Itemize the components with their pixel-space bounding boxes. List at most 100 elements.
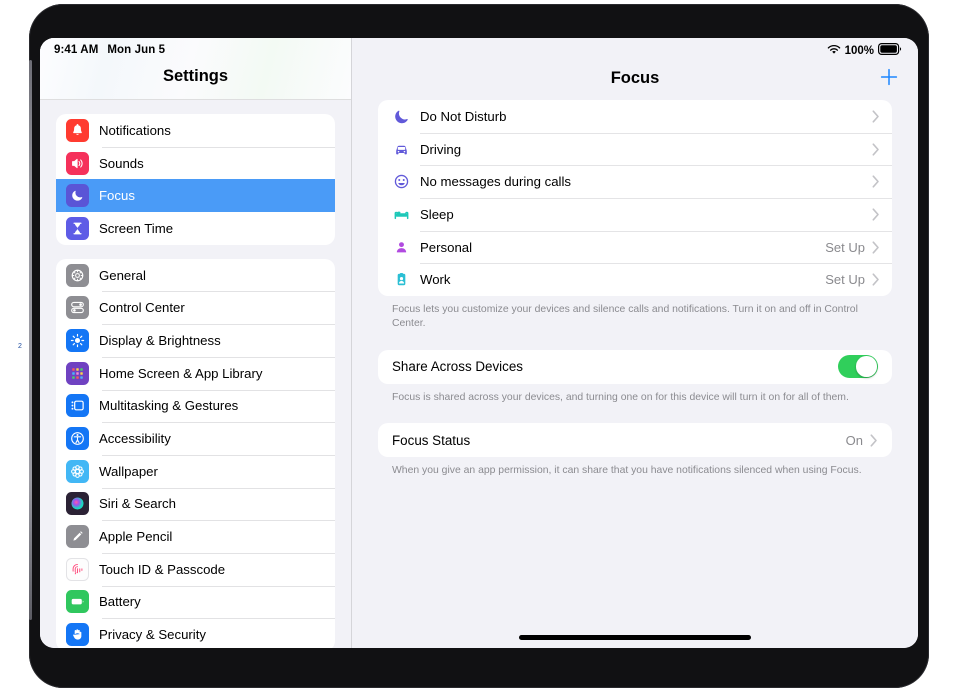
chevron-right-icon — [872, 241, 880, 254]
detail-body: Do Not Disturb Driving No messages during … — [352, 100, 918, 648]
focus-status-card: Focus Status On — [378, 423, 892, 457]
sidebar-item-screen-time[interactable]: Screen Time — [56, 212, 335, 245]
sidebar-item-notifications[interactable]: Notifications — [56, 114, 335, 147]
sidebar-item-accessibility[interactable]: Accessibility — [56, 422, 335, 455]
focus-mode-label: No messages during calls — [420, 174, 571, 189]
gear-icon — [66, 264, 89, 287]
detail-page-title: Focus — [352, 69, 918, 88]
sidebar-item-focus[interactable]: Focus — [56, 179, 335, 212]
bezel-marker: 2 — [18, 344, 24, 350]
sidebar-item-battery[interactable]: Battery — [56, 586, 335, 619]
plus-icon — [879, 67, 899, 87]
focus-status-footnote: When you give an app permission, it can … — [378, 457, 892, 478]
battery-icon — [66, 590, 89, 613]
share-across-devices-footnote: Focus is shared across your devices, and… — [378, 384, 892, 405]
share-across-devices-row[interactable]: Share Across Devices — [378, 350, 892, 384]
siri-icon — [66, 492, 89, 515]
focus-mode-label: Sleep — [420, 207, 454, 222]
sidebar-item-label: Screen Time — [99, 221, 173, 236]
home-indicator — [519, 635, 751, 640]
chevron-right-icon — [872, 273, 880, 286]
sidebar-item-apple-pencil[interactable]: Apple Pencil — [56, 520, 335, 553]
sidebar-item-label: Control Center — [99, 300, 185, 315]
sidebar-item-control-center[interactable]: Control Center — [56, 291, 335, 324]
sidebar-group-1: Notifications Sounds Focus Screen Time — [56, 114, 335, 245]
sidebar-item-sounds[interactable]: Sounds — [56, 147, 335, 180]
sidebar-scroll-area[interactable]: Notifications Sounds Focus Screen Time Gene… — [40, 100, 351, 648]
settings-sidebar: 9:41 AM Mon Jun 5 Settings Notifications S… — [40, 38, 352, 648]
focus-mode-label: Driving — [420, 142, 461, 157]
moon-icon — [66, 184, 89, 207]
bell-icon — [66, 119, 89, 142]
sidebar-item-label: Sounds — [99, 156, 144, 171]
hourglass-icon — [66, 217, 89, 240]
share-across-devices-toggle[interactable] — [838, 355, 878, 379]
toggle-knob — [856, 356, 876, 376]
sliders-icon — [66, 296, 89, 319]
sidebar-item-label: Apple Pencil — [99, 529, 172, 544]
person-icon — [392, 239, 410, 256]
focus-status-value: On — [846, 433, 863, 448]
sidebar-item-multitasking-gestures[interactable]: Multitasking & Gestures — [56, 390, 335, 423]
fingerprint-icon — [66, 558, 89, 581]
accessibility-icon — [66, 427, 89, 450]
moon-icon — [392, 108, 410, 125]
battery-full-icon — [878, 43, 902, 58]
focus-status-row[interactable]: Focus Status On — [378, 423, 892, 457]
focus-mode-label: Personal — [420, 240, 472, 255]
pencil-icon — [66, 525, 89, 548]
focus-mode-row-driving[interactable]: Driving — [378, 133, 892, 166]
sidebar-item-display-brightness[interactable]: Display & Brightness — [56, 324, 335, 357]
hand-raised-icon — [66, 623, 89, 646]
add-focus-button[interactable] — [876, 64, 902, 90]
sidebar-item-label: Privacy & Security — [99, 627, 206, 642]
multitask-icon — [66, 394, 89, 417]
sidebar-header: 9:41 AM Mon Jun 5 Settings — [40, 38, 351, 100]
id-badge-icon — [392, 271, 410, 288]
flower-icon — [66, 460, 89, 483]
sidebar-item-label: Focus — [99, 188, 135, 203]
ipad-screen: 9:41 AM Mon Jun 5 Settings Notifications S… — [40, 38, 918, 648]
battery-percent-label: 100% — [845, 45, 874, 57]
share-across-devices-label: Share Across Devices — [392, 359, 523, 374]
focus-list-footnote: Focus lets you customize your devices an… — [378, 296, 878, 330]
sidebar-item-siri-search[interactable]: Siri & Search — [56, 488, 335, 521]
focus-mode-row-do-not-disturb[interactable]: Do Not Disturb — [378, 100, 892, 133]
wifi-icon — [827, 44, 841, 58]
sidebar-item-label: Touch ID & Passcode — [99, 562, 225, 577]
device-edge-highlight — [29, 60, 32, 620]
sidebar-item-label: Siri & Search — [99, 496, 176, 511]
sidebar-item-label: Accessibility — [99, 431, 171, 446]
chevron-right-icon — [872, 143, 880, 156]
status-bar-right: 100% — [827, 43, 902, 58]
sidebar-item-label: Multitasking & Gestures — [99, 398, 238, 413]
sidebar-item-home-screen-app-library[interactable]: Home Screen & App Library — [56, 357, 335, 390]
sidebar-item-touch-id-passcode[interactable]: Touch ID & Passcode — [56, 553, 335, 586]
app-grid-icon — [66, 362, 89, 385]
focus-mode-value: Set Up — [825, 240, 865, 255]
status-bar-date: Mon Jun 5 — [107, 44, 165, 56]
chevron-right-icon — [872, 110, 880, 123]
focus-mode-row-personal[interactable]: Personal Set Up — [378, 231, 892, 264]
sidebar-item-label: Home Screen & App Library — [99, 366, 262, 381]
sidebar-item-label: Battery — [99, 594, 141, 609]
sidebar-item-privacy-security[interactable]: Privacy & Security — [56, 618, 335, 648]
focus-mode-row-no-messages-during-calls[interactable]: No messages during calls — [378, 165, 892, 198]
status-bar-time: 9:41 AM — [54, 44, 98, 56]
status-bar-left: 9:41 AM Mon Jun 5 — [54, 44, 165, 56]
focus-mode-row-work[interactable]: Work Set Up — [378, 263, 892, 296]
sidebar-item-label: Display & Brightness — [99, 333, 221, 348]
bed-icon — [392, 206, 410, 223]
brightness-icon — [66, 329, 89, 352]
focus-mode-value: Set Up — [825, 272, 865, 287]
focus-detail-pane: 100% Focus Do Not Disturb Driving No messa… — [352, 38, 918, 648]
focus-mode-row-sleep[interactable]: Sleep — [378, 198, 892, 231]
sidebar-item-wallpaper[interactable]: Wallpaper — [56, 455, 335, 488]
page-title: Settings — [40, 67, 351, 86]
speaker-icon — [66, 152, 89, 175]
focus-mode-label: Work — [420, 272, 451, 287]
car-icon — [392, 141, 410, 158]
chevron-right-icon — [872, 175, 880, 188]
sidebar-item-general[interactable]: General — [56, 259, 335, 292]
focus-mode-label: Do Not Disturb — [420, 109, 506, 124]
